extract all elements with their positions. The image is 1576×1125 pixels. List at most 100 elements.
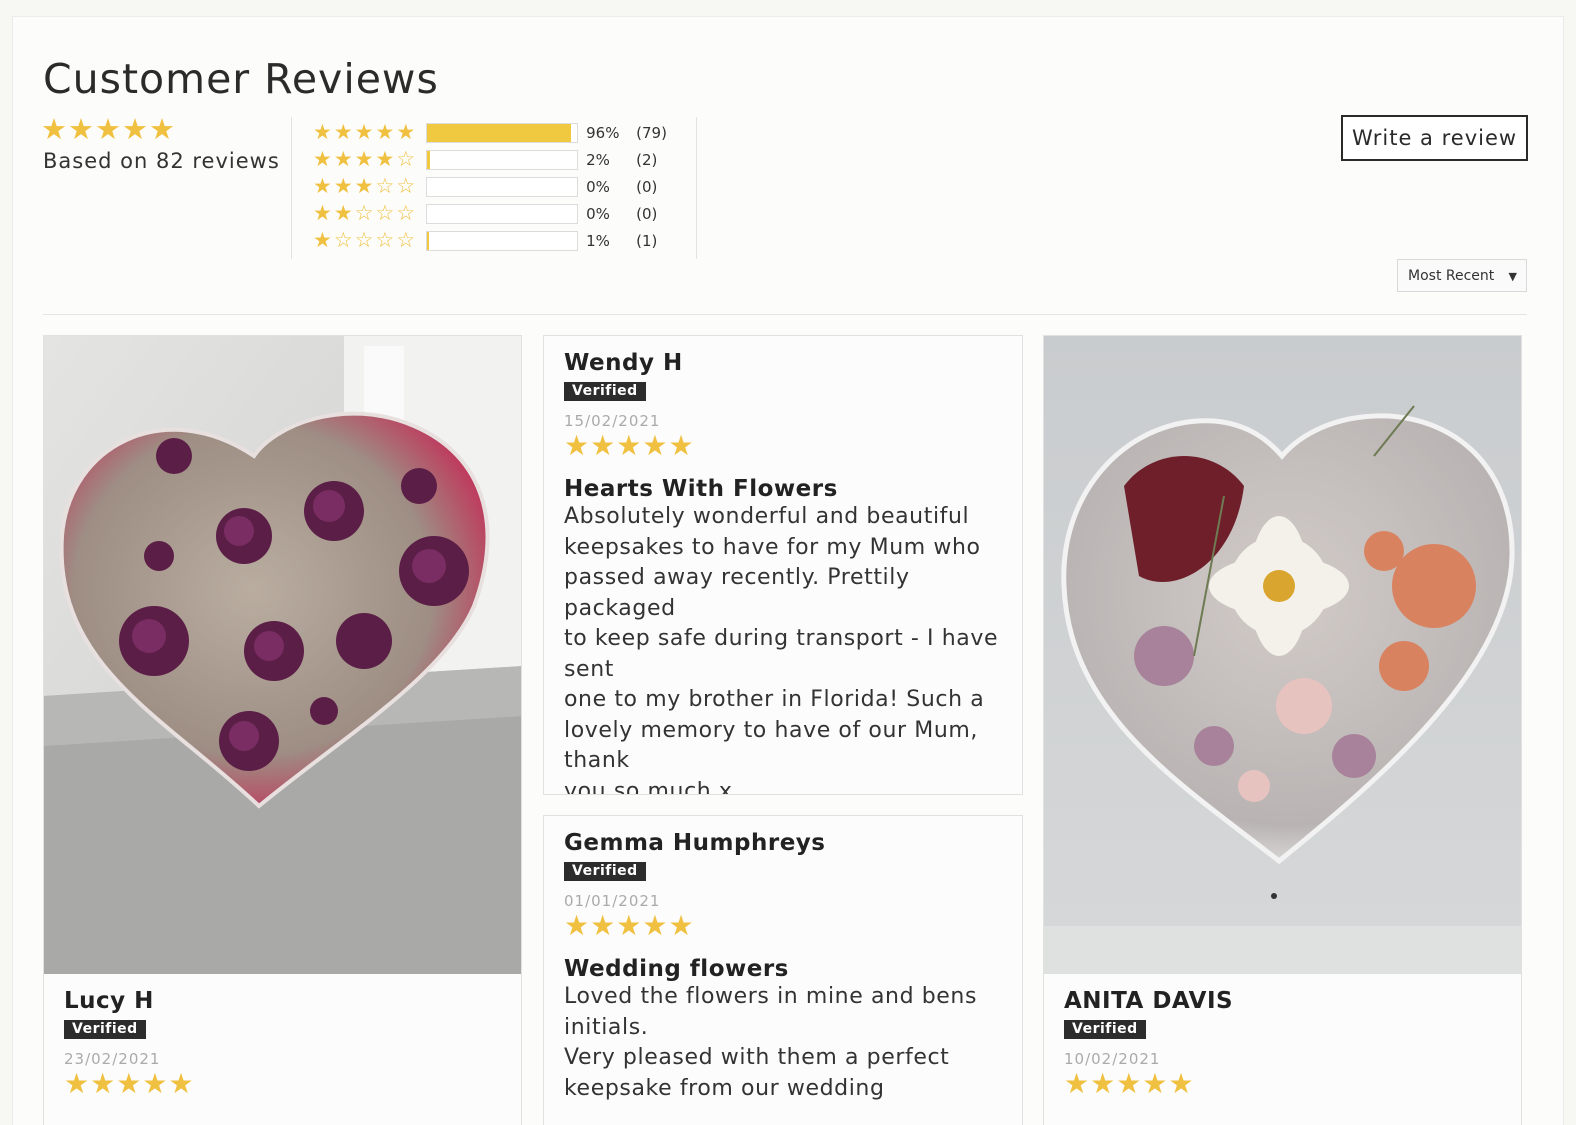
page-title: Customer Reviews xyxy=(43,55,439,103)
review-card: Wendy H Verified 15/02/2021 ★ ★ ★ ★ ★ Hearts… xyxy=(543,335,1023,795)
histogram-bar xyxy=(426,149,579,170)
review-photo[interactable] xyxy=(44,336,521,974)
divider xyxy=(291,117,292,259)
histogram-bar xyxy=(426,203,579,224)
star-icon: ★ xyxy=(122,112,148,146)
review-line: one to my brother in Florida! Such a xyxy=(564,687,985,712)
histogram-percent: 96% xyxy=(586,123,620,142)
histogram-row-2[interactable]: ★ ★ ☆ ☆ ☆ 0% (0) xyxy=(313,200,667,227)
verified-badge: Verified xyxy=(564,862,646,881)
histogram-bar xyxy=(426,122,579,143)
star-icon: ★ xyxy=(668,429,694,462)
review-line: Absolutely wonderful and beautiful xyxy=(564,504,970,529)
star-icon: ★ xyxy=(1116,1067,1142,1100)
histogram-percent: 1% xyxy=(586,231,610,250)
star-icon: ★ xyxy=(149,112,175,146)
histogram-bar-fill xyxy=(427,150,431,169)
review-card: Gemma Humphreys Verified 01/01/2021 ★ ★ ★ ★… xyxy=(543,815,1023,1125)
histogram-bar-fill xyxy=(427,123,572,142)
average-rating-stars: ★ ★ ★ ★ ★ xyxy=(41,115,176,144)
histogram-percent: 0% xyxy=(586,204,610,223)
star-icon: ★ xyxy=(168,1067,194,1100)
reviewer-name: Wendy H xyxy=(564,350,683,376)
star-icon: ★ xyxy=(142,1067,168,1100)
rating-stars: ★ ★ ★ ☆ ☆ xyxy=(313,174,416,198)
star-icon: ★ xyxy=(95,112,121,146)
histogram-row-5[interactable]: ★ ★ ★ ★ ★ 96% (79) xyxy=(313,119,667,146)
star-icon: ★ xyxy=(1090,1067,1116,1100)
review-line: passed away recently. Prettily packaged xyxy=(564,565,910,621)
star-icon: ★ xyxy=(668,909,694,942)
verified-badge: Verified xyxy=(1064,1020,1146,1039)
purple-roses-heart-image xyxy=(44,336,521,974)
star-icon: ★ xyxy=(1064,1067,1090,1100)
review-count: Based on 82 reviews xyxy=(43,149,280,173)
review-photo[interactable] xyxy=(1044,336,1521,974)
review-line: keepsakes to have for my Mum who xyxy=(564,534,981,560)
histogram-bar xyxy=(426,230,579,251)
star-icon: ★ xyxy=(564,429,590,462)
review-card: ANITA DAVIS Verified 10/02/2021 ★ ★ ★ ★ ★ xyxy=(1043,335,1522,1125)
reviewer-name: ANITA DAVIS xyxy=(1064,988,1234,1014)
star-icon: ★ xyxy=(642,909,668,942)
divider xyxy=(696,117,697,259)
reviewer-name: Gemma Humphreys xyxy=(564,830,826,856)
star-icon: ★ xyxy=(642,429,668,462)
star-icon: ★ xyxy=(1142,1067,1168,1100)
review-body: Loved the flowers in mine and bens initi… xyxy=(564,982,1004,1104)
review-line: keepsake from our wedding xyxy=(564,1075,885,1101)
verified-badge: Verified xyxy=(64,1020,146,1039)
review-date: 01/01/2021 xyxy=(564,892,661,910)
histogram-bar-fill xyxy=(427,231,429,250)
star-icon: ★ xyxy=(1168,1067,1194,1100)
rating-stars: ★ ★ ★ ★ ☆ xyxy=(313,147,416,171)
review-stars: ★ ★ ★ ★ ★ xyxy=(564,912,1004,940)
review-date: 15/02/2021 xyxy=(564,412,661,430)
histogram-count: (1) xyxy=(636,231,658,250)
reviewer-name: Lucy H xyxy=(64,988,154,1014)
sort-select[interactable]: Most Recent ▼ xyxy=(1397,259,1527,292)
mixed-flowers-heart-image xyxy=(1044,336,1521,974)
histogram-row-1[interactable]: ★ ☆ ☆ ☆ ☆ 1% (1) xyxy=(313,227,667,254)
star-icon: ★ xyxy=(616,909,642,942)
rating-stars: ★ ★ ☆ ☆ ☆ xyxy=(313,201,416,225)
review-date: 23/02/2021 xyxy=(64,1050,161,1068)
review-date: 10/02/2021 xyxy=(1064,1050,1161,1068)
rating-stars: ★ ☆ ☆ ☆ ☆ xyxy=(313,228,416,252)
review-line: you so much x xyxy=(564,778,733,795)
star-icon: ★ xyxy=(590,429,616,462)
review-stars: ★ ★ ★ ★ ★ xyxy=(564,432,1004,460)
review-line: Very pleased with them a perfect xyxy=(564,1045,950,1070)
star-icon: ★ xyxy=(564,909,590,942)
review-line: Loved the flowers in mine and bens xyxy=(564,984,978,1009)
review-title: Hearts With Flowers xyxy=(564,476,838,502)
write-review-button[interactable]: Write a review xyxy=(1341,115,1528,161)
review-card: Lucy H Verified 23/02/2021 ★ ★ ★ ★ ★ xyxy=(43,335,522,1125)
histogram-count: (79) xyxy=(636,123,667,142)
star-icon: ★ xyxy=(64,1067,90,1100)
histogram-count: (0) xyxy=(636,177,658,196)
reviews-panel: Customer Reviews ★ ★ ★ ★ ★ Based on 82 revie… xyxy=(12,16,1564,1125)
review-line: to keep safe during transport - I have s… xyxy=(564,626,999,682)
review-line: initials. xyxy=(564,1014,649,1040)
histogram-bar xyxy=(426,176,579,197)
review-stars: ★ ★ ★ ★ ★ xyxy=(1064,1070,1233,1098)
review-stars: ★ ★ ★ ★ ★ xyxy=(64,1070,195,1098)
caret-down-icon: ▼ xyxy=(1508,270,1517,283)
review-title: Wedding flowers xyxy=(564,956,789,982)
histogram-count: (2) xyxy=(636,150,658,169)
sort-label: Most Recent xyxy=(1408,267,1495,284)
star-icon: ★ xyxy=(41,112,67,146)
histogram-percent: 2% xyxy=(586,150,610,169)
histogram-count: (0) xyxy=(636,204,658,223)
histogram-row-3[interactable]: ★ ★ ★ ☆ ☆ 0% (0) xyxy=(313,173,667,200)
star-icon: ★ xyxy=(68,112,94,146)
rating-histogram: ★ ★ ★ ★ ★ 96% (79) ★ ★ ★ ★ ☆ 2% (2) ★ ★ ★ ☆ ☆ 0% (0)… xyxy=(313,119,667,254)
verified-badge: Verified xyxy=(564,382,646,401)
review-line: lovely memory to have of our Mum, thank xyxy=(564,717,979,774)
star-icon: ★ xyxy=(590,909,616,942)
divider xyxy=(43,314,1527,315)
star-icon: ★ xyxy=(90,1067,116,1100)
histogram-row-4[interactable]: ★ ★ ★ ★ ☆ 2% (2) xyxy=(313,146,667,173)
star-icon: ★ xyxy=(116,1067,142,1100)
